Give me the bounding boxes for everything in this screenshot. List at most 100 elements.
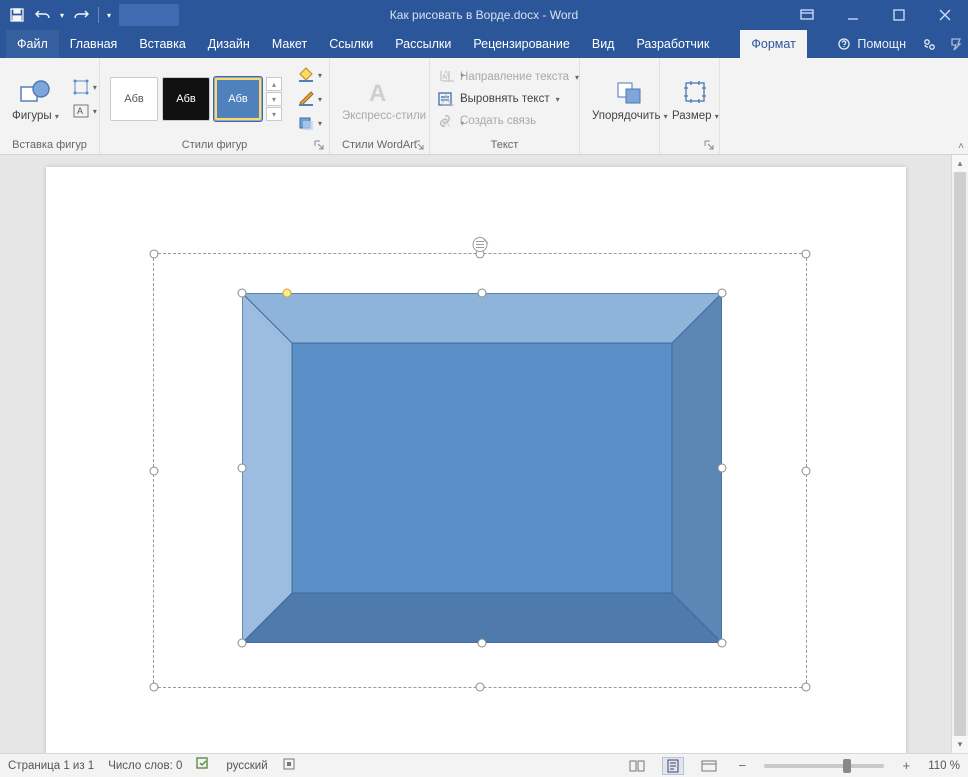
zoom-slider[interactable] [764,764,884,768]
style-thumb-1[interactable]: Абв [110,77,158,121]
handle-e[interactable] [801,466,810,475]
dialog-launcher-icon[interactable] [413,139,427,153]
scroll-thumb[interactable] [954,172,966,736]
close-icon[interactable] [922,0,968,30]
handle-nw[interactable] [149,250,158,259]
undo-icon[interactable] [34,6,52,24]
web-layout-icon[interactable] [698,757,720,775]
tab-mailings[interactable]: Рассылки [384,30,462,58]
quick-styles-label: Экспресс-стили [342,110,426,123]
shape-fill-icon [296,65,316,85]
tab-file[interactable]: Файл [6,30,59,58]
scroll-up-icon[interactable]: ▴ [952,155,968,172]
dialog-launcher-icon[interactable] [703,139,717,153]
dialog-launcher-icon[interactable] [313,139,327,153]
zoom-slider-thumb[interactable] [843,759,851,773]
tell-me[interactable]: Помощн [827,30,916,58]
draw-textbox-button[interactable]: A▾ [69,100,99,122]
ribbon: Фигуры ▾ ▾ A▾ Вставка фигур Абв Абв Абв … [0,58,968,155]
share-icon[interactable] [916,30,942,58]
window-controls [784,0,968,30]
tab-review[interactable]: Рецензирование [462,30,581,58]
group-label-shape-styles: Стили фигур [182,139,247,151]
macro-record-icon[interactable] [282,757,296,774]
shape-handle-sw[interactable] [237,639,246,648]
group-arrange: Упорядочить ▾ [580,58,660,154]
undo-dropdown-icon[interactable]: ▾ [60,11,64,20]
minimize-icon[interactable] [830,0,876,30]
size-button[interactable]: Размер ▾ [666,63,725,135]
shape-handle-s[interactable] [477,639,486,648]
handle-s[interactable] [475,683,484,692]
qat-customize-icon[interactable]: ▾ [107,11,111,20]
shape-handle-nw[interactable] [237,289,246,298]
shapes-button[interactable]: Фигуры ▾ [6,63,65,135]
tab-insert[interactable]: Вставка [128,30,196,58]
account-indicator[interactable] [119,4,179,26]
tab-design[interactable]: Дизайн [197,30,261,58]
shape-fill-button[interactable]: ▾ [294,64,324,86]
tab-layout[interactable]: Макет [261,30,318,58]
tab-references[interactable]: Ссылки [318,30,384,58]
print-layout-icon[interactable] [662,757,684,775]
handle-sw[interactable] [149,683,158,692]
page-indicator[interactable]: Страница 1 из 1 [8,760,94,772]
language-indicator[interactable]: русский [226,760,267,772]
document-canvas[interactable] [0,155,951,753]
gallery-more-icon[interactable]: ▾ [266,107,282,121]
read-mode-icon[interactable] [626,757,648,775]
shape-handle-e[interactable] [717,464,726,473]
word-count[interactable]: Число слов: 0 [108,760,182,772]
group-shape-styles: Абв Абв Абв ▴▾▾ ▾ ▾ ▾ Стили фигур [100,58,330,154]
handle-w[interactable] [149,466,158,475]
scroll-down-icon[interactable]: ▾ [952,736,968,753]
shape-handle-se[interactable] [717,639,726,648]
ribbon-display-icon[interactable] [784,0,830,30]
arrange-icon [614,76,646,108]
group-label-text: Текст [430,136,579,154]
status-bar: Страница 1 из 1 Число слов: 0 русский − … [0,753,968,777]
quick-styles-icon: A [368,76,400,108]
text-effects-button: A▾ [436,112,466,134]
tab-developer[interactable]: Разработчик [625,30,720,58]
tab-view[interactable]: Вид [581,30,626,58]
zoom-out-icon[interactable]: − [734,758,750,774]
quick-access-toolbar: ▾ ▾ [0,6,119,24]
group-label-wordart: Стили WordArt [342,139,417,151]
shapes-icon [19,76,51,108]
shape-handle-w[interactable] [237,464,246,473]
ribbon-tabs: Файл Главная Вставка Дизайн Макет Ссылки… [0,30,968,58]
text-outline-button: A▾ [436,88,466,110]
svg-text:A: A [369,80,386,105]
svg-text:A: A [442,116,450,130]
shape-style-gallery[interactable]: Абв Абв Абв ▴▾▾ [106,77,286,121]
style-thumb-3[interactable]: Абв [214,77,262,121]
vertical-scrollbar[interactable]: ▴ ▾ [951,155,968,753]
page[interactable] [46,167,906,753]
handle-se[interactable] [801,683,810,692]
spellcheck-icon[interactable] [196,757,212,774]
gallery-scroll[interactable]: ▴▾▾ [266,77,282,121]
shape-handle-n[interactable] [477,289,486,298]
bevel-shape[interactable] [242,293,722,643]
shape-effects-button[interactable]: ▾ [294,112,324,134]
style-thumb-2[interactable]: Абв [162,77,210,121]
tab-home[interactable]: Главная [59,30,129,58]
save-icon[interactable] [8,6,26,24]
gallery-down-icon[interactable]: ▾ [266,92,282,106]
tab-format[interactable]: Формат [740,30,806,58]
redo-icon[interactable] [72,6,90,24]
edit-shape-button[interactable]: ▾ [69,76,99,98]
handle-ne[interactable] [801,250,810,259]
gallery-up-icon[interactable]: ▴ [266,77,282,91]
shape-outline-button[interactable]: ▾ [294,88,324,110]
zoom-level[interactable]: 110 % [928,760,960,772]
document-area: ▴ ▾ [0,155,968,753]
layout-options-icon[interactable] [470,236,490,257]
collapse-ribbon-icon[interactable]: ˄ [958,141,964,152]
shape-handle-ne[interactable] [717,289,726,298]
maximize-icon[interactable] [876,0,922,30]
activity-icon[interactable] [942,30,968,58]
zoom-in-icon[interactable]: + [898,758,914,774]
shape-adjust-handle[interactable] [282,289,291,298]
